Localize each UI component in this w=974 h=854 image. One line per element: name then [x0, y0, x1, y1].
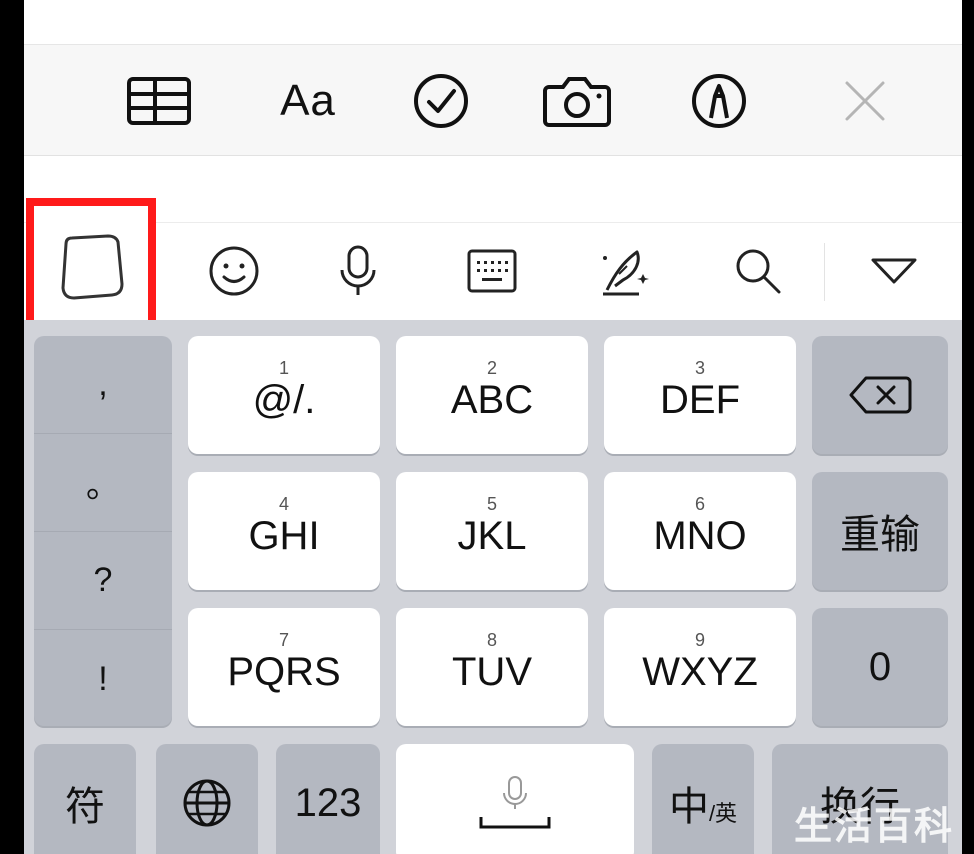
- numbers-key[interactable]: 123: [276, 744, 380, 854]
- zero-label: 0: [868, 644, 892, 689]
- reenter-key[interactable]: 重输: [812, 472, 948, 590]
- backspace-icon: [849, 376, 912, 414]
- language-switch-key[interactable]: 中 /英: [652, 744, 754, 854]
- markup-icon: [692, 74, 746, 128]
- search-button[interactable]: [728, 241, 788, 301]
- sticker-button-highlight[interactable]: [26, 198, 156, 330]
- watermark: 生活百科: [793, 806, 954, 848]
- text-format-label: Aa: [280, 76, 336, 125]
- lang-main-label: 中: [668, 785, 709, 829]
- key-number: 7: [278, 630, 289, 650]
- key-letters: GHI: [248, 514, 320, 558]
- lang-alt-label: /英: [708, 801, 738, 826]
- key-number: 5: [486, 494, 497, 514]
- delete-key[interactable]: [812, 336, 948, 454]
- note-editor-screen: Aa , 。 ? ! 1 @/. 2 ABC 3 DEF 4 GHI 5 JKL…: [24, 0, 962, 854]
- key-number: 4: [278, 494, 289, 514]
- key-7[interactable]: 7 PQRS: [188, 608, 380, 726]
- punct-key[interactable]: 。: [34, 434, 172, 532]
- punct-key[interactable]: ,: [34, 336, 172, 434]
- key-number: 2: [486, 358, 497, 378]
- keyboard-switch-button[interactable]: [462, 241, 522, 301]
- key-4[interactable]: 4 GHI: [188, 472, 380, 590]
- text-format-button[interactable]: Aa: [266, 71, 350, 131]
- key-letters: WXYZ: [642, 650, 758, 694]
- globe-key[interactable]: [156, 744, 258, 854]
- close-icon: [845, 81, 885, 121]
- key-letters: PQRS: [227, 650, 341, 694]
- checklist-button[interactable]: [406, 71, 476, 131]
- key-letters: DEF: [660, 378, 740, 422]
- key-9[interactable]: 9 WXYZ: [604, 608, 796, 726]
- collapse-keyboard-button[interactable]: [864, 241, 924, 301]
- key-letters: JKL: [457, 514, 527, 558]
- key-5[interactable]: 5 JKL: [396, 472, 588, 590]
- handwriting-icon: [603, 250, 649, 296]
- reenter-label: 重输: [840, 513, 920, 557]
- emoji-button[interactable]: [204, 241, 264, 301]
- key-1[interactable]: 1 @/.: [188, 336, 380, 454]
- camera-button[interactable]: [542, 71, 612, 131]
- key-number: 1: [278, 358, 289, 378]
- voice-input-button[interactable]: [328, 241, 388, 301]
- keyboard-icon: [467, 249, 517, 293]
- emoji-icon: [209, 246, 259, 296]
- key-6[interactable]: 6 MNO: [604, 472, 796, 590]
- close-toolbar-button[interactable]: [830, 71, 900, 131]
- key-number: 9: [694, 630, 705, 650]
- key-8[interactable]: 8 TUV: [396, 608, 588, 726]
- microphone-icon: [340, 245, 376, 295]
- punct-key[interactable]: !: [34, 630, 172, 728]
- symbol-key[interactable]: 符: [34, 744, 136, 854]
- markup-button[interactable]: [684, 71, 754, 131]
- t9-keyboard: , 。 ? ! 1 @/. 2 ABC 3 DEF 4 GHI 5 JKL 6 …: [24, 320, 962, 854]
- punct-key[interactable]: ?: [34, 532, 172, 630]
- numbers-label: 123: [294, 780, 362, 825]
- sticker-icon: [61, 234, 124, 300]
- punctuation-column[interactable]: , 。 ? !: [34, 336, 172, 726]
- key-number: 8: [486, 630, 497, 650]
- table-button[interactable]: [124, 71, 194, 131]
- key-letters: ABC: [450, 378, 534, 422]
- key-number: 3: [694, 358, 705, 378]
- symbol-label: 符: [65, 785, 105, 829]
- camera-icon: [543, 77, 611, 127]
- checklist-icon: [414, 74, 468, 128]
- ime-divider: [824, 243, 825, 301]
- handwriting-button[interactable]: [594, 241, 654, 301]
- ime-toolbar: [24, 222, 962, 319]
- search-icon: [736, 249, 781, 294]
- key-number: 6: [694, 494, 705, 514]
- key-2[interactable]: 2 ABC: [396, 336, 588, 454]
- globe-icon: [183, 779, 231, 827]
- key-letters: MNO: [653, 514, 747, 558]
- key-3[interactable]: 3 DEF: [604, 336, 796, 454]
- key-letters: TUV: [452, 650, 532, 694]
- key-0[interactable]: 0: [812, 608, 948, 726]
- space-mic-icon: [479, 776, 551, 829]
- collapse-icon: [871, 258, 917, 284]
- format-toolbar: Aa: [24, 44, 962, 156]
- table-icon: [127, 77, 191, 125]
- space-key[interactable]: [396, 744, 634, 854]
- key-letters: @/.: [252, 378, 316, 422]
